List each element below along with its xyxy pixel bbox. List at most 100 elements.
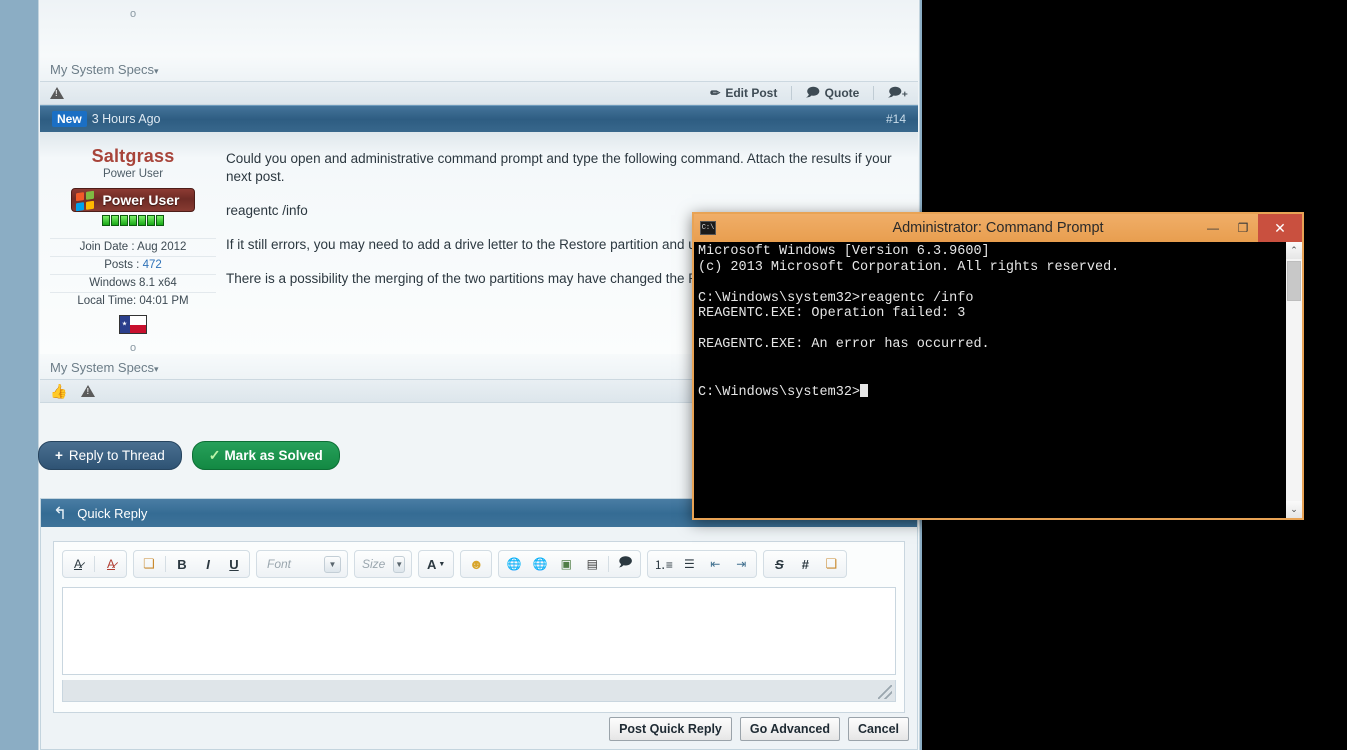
- texas-flag-icon: [119, 315, 147, 334]
- code-icon[interactable]: #: [793, 553, 817, 575]
- command-prompt-titlebar[interactable]: C:\ Administrator: Command Prompt — ❐ ✕: [694, 214, 1302, 242]
- chevron-down-icon: ▼: [393, 555, 405, 573]
- console-scrollbar[interactable]: ⌃ ⌄: [1285, 242, 1302, 518]
- reply-to-thread-button[interactable]: + Reply to Thread: [38, 441, 182, 470]
- report-icon[interactable]: [50, 87, 64, 99]
- font-select-value: Font: [267, 557, 292, 571]
- post-time: 3 Hours Ago: [91, 112, 161, 126]
- text-color-icon[interactable]: A ▼: [422, 553, 450, 575]
- font-select[interactable]: Font ▼: [256, 550, 348, 578]
- scroll-thumb[interactable]: [1287, 261, 1301, 301]
- posts-row: Posts : 472: [50, 256, 216, 274]
- toolbar-group-color: A ▼: [418, 550, 455, 578]
- scroll-up-button[interactable]: ⌃: [1286, 242, 1302, 259]
- windows-logo-icon: [76, 190, 94, 212]
- os-row: Windows 8.1 x64: [50, 274, 216, 292]
- insert-video-icon[interactable]: ▤: [580, 553, 604, 575]
- unlink-icon[interactable]: 🌐: [528, 553, 552, 575]
- user-extra-dot: o: [129, 342, 137, 354]
- username[interactable]: Saltgrass: [40, 146, 226, 166]
- bold-icon[interactable]: B: [170, 553, 194, 575]
- chevron-down-icon: ▼: [324, 555, 341, 573]
- quote-bubble-icon: 🗩: [806, 84, 820, 99]
- join-date-row: Join Date : Aug 2012: [50, 238, 216, 256]
- quick-reply-buttons: Post Quick Reply Go Advanced Cancel: [609, 717, 909, 741]
- pencil-icon: ✏: [710, 86, 721, 100]
- edit-post-button[interactable]: ✏ Edit Post: [710, 86, 777, 100]
- cancel-button[interactable]: Cancel: [848, 717, 909, 741]
- rank-pips: [40, 215, 226, 226]
- paste-icon[interactable]: ❏: [137, 553, 161, 575]
- toolbar-group-insert: 🌐 🌐 ▣ ▤ 🗩: [498, 550, 642, 578]
- mark-as-solved-button[interactable]: ✓ Mark as Solved: [191, 441, 340, 470]
- reply-arrow-icon: ↱: [53, 503, 68, 523]
- thumbs-up-icon[interactable]: 👍: [50, 383, 67, 400]
- toolbar-group-basic: ❏ B I U: [133, 550, 250, 578]
- quick-reply-title: Quick Reply: [77, 505, 148, 521]
- scroll-down-button[interactable]: ⌄: [1286, 501, 1302, 518]
- user-stats: Join Date : Aug 2012 Posts : 472 Windows…: [50, 238, 216, 310]
- smilie-icon[interactable]: ☻: [464, 553, 488, 575]
- post-header: New 3 Hours Ago #14: [40, 105, 918, 132]
- reply-to-thread-label: Reply to Thread: [68, 448, 165, 463]
- previous-post-specs[interactable]: My System Specs▾: [40, 56, 918, 81]
- quick-reply-panel: ↱ Quick Reply A̷ A̷ ❏ B I U Font ▼ Size …: [40, 498, 918, 750]
- quick-reply-textarea[interactable]: [62, 587, 896, 675]
- insert-link-icon[interactable]: 🌐: [502, 553, 526, 575]
- paste-special-icon[interactable]: ❏: [819, 553, 843, 575]
- editor-toolbar: A̷ A̷ ❏ B I U Font ▼ Size ▼ A ▼ ☻ 🌐 🌐 ▣ …: [62, 550, 896, 578]
- toolbar-group-smilie: ☻: [460, 550, 493, 578]
- specs-label: My System Specs: [50, 360, 155, 375]
- report-icon[interactable]: [81, 385, 96, 397]
- ordered-list-icon[interactable]: ⒈≡: [651, 553, 675, 575]
- console-cursor: [860, 383, 869, 397]
- command-prompt-body: Microsoft Windows [Version 6.3.9600] (c)…: [694, 242, 1302, 518]
- posts-label: Posts :: [104, 259, 140, 271]
- command-prompt-title: Administrator: Command Prompt: [892, 220, 1104, 236]
- underline-icon[interactable]: U: [222, 553, 246, 575]
- size-select[interactable]: Size ▼: [354, 550, 412, 578]
- undo-formatting-icon[interactable]: A̷: [99, 553, 123, 575]
- post-number[interactable]: #14: [886, 112, 906, 126]
- go-advanced-button[interactable]: Go Advanced: [739, 717, 840, 741]
- quote-label: Quote: [824, 86, 860, 100]
- outdent-icon[interactable]: ⇤: [703, 553, 727, 575]
- toolbar-group-formatting: A̷ A̷: [62, 550, 127, 578]
- mark-as-solved-label: Mark as Solved: [224, 448, 323, 463]
- previous-post-iconbar: ✏ Edit Post 🗩 Quote 🗩₊: [40, 81, 918, 105]
- italic-icon[interactable]: I: [196, 553, 220, 575]
- divider: [873, 86, 875, 100]
- scroll-track[interactable]: [1286, 259, 1302, 501]
- screen: o My System Specs▾ ✏ Edit Post 🗩 Quote: [0, 0, 1347, 750]
- check-icon: ✓: [208, 447, 221, 463]
- post-quick-reply-button[interactable]: Post Quick Reply: [609, 717, 732, 741]
- editor: A̷ A̷ ❏ B I U Font ▼ Size ▼ A ▼ ☻ 🌐 🌐 ▣ …: [53, 541, 905, 713]
- previous-post: o My System Specs▾ ✏ Edit Post 🗩 Quote: [40, 0, 918, 105]
- quote-button[interactable]: 🗩 Quote: [806, 83, 859, 104]
- remove-formatting-icon[interactable]: A̷: [66, 553, 90, 575]
- local-time-row: Local Time: 04:01 PM: [50, 292, 216, 310]
- insert-image-icon[interactable]: ▣: [554, 553, 578, 575]
- strikethrough-icon[interactable]: S: [767, 553, 791, 575]
- quote-icon[interactable]: 🗩: [613, 553, 637, 575]
- posts-count[interactable]: 472: [143, 259, 162, 271]
- new-badge: New: [52, 111, 87, 127]
- indent-icon[interactable]: ⇥: [729, 553, 753, 575]
- unordered-list-icon[interactable]: ☰: [677, 553, 701, 575]
- thread-actions: + Reply to Thread ✓ Mark as Solved: [38, 441, 340, 470]
- toolbar-group-extra: S # ❏: [763, 550, 848, 578]
- rank-badge: Power User: [71, 188, 195, 212]
- rank-badge-label: Power User: [102, 192, 180, 208]
- user-info-column: Saltgrass Power User Power User Join Dat…: [40, 132, 226, 354]
- multiquote-button[interactable]: 🗩₊: [888, 83, 908, 104]
- command-prompt-window[interactable]: C:\ Administrator: Command Prompt — ❐ ✕ …: [692, 212, 1304, 520]
- console-output[interactable]: Microsoft Windows [Version 6.3.9600] (c)…: [694, 242, 1285, 518]
- user-title: Power User: [102, 168, 164, 180]
- quick-reply-body: A̷ A̷ ❏ B I U Font ▼ Size ▼ A ▼ ☻ 🌐 🌐 ▣ …: [41, 527, 917, 727]
- post-paragraph-1: Could you open and administrative comman…: [226, 151, 892, 184]
- resize-handle[interactable]: [878, 685, 892, 699]
- edit-post-label: Edit Post: [725, 86, 778, 100]
- textarea-footer: [62, 680, 896, 702]
- multiquote-icon: 🗩₊: [888, 84, 908, 99]
- chevron-down-icon: ▾: [154, 66, 159, 76]
